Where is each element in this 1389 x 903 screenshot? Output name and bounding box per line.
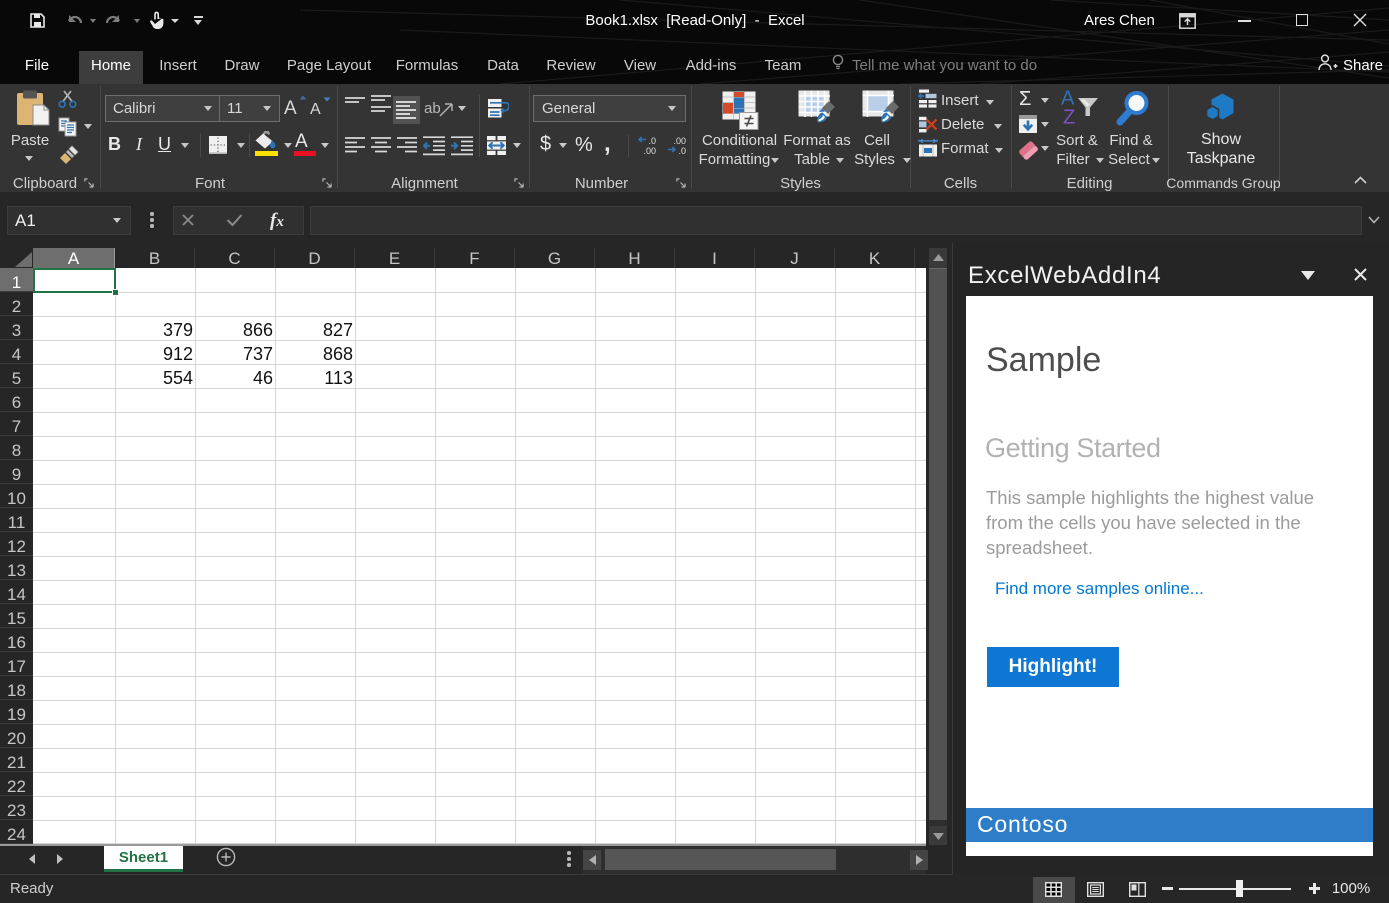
svg-text:.0: .0 bbox=[648, 136, 656, 146]
svg-text:Z: Z bbox=[1063, 107, 1075, 129]
svg-text:.00: .00 bbox=[643, 146, 656, 155]
